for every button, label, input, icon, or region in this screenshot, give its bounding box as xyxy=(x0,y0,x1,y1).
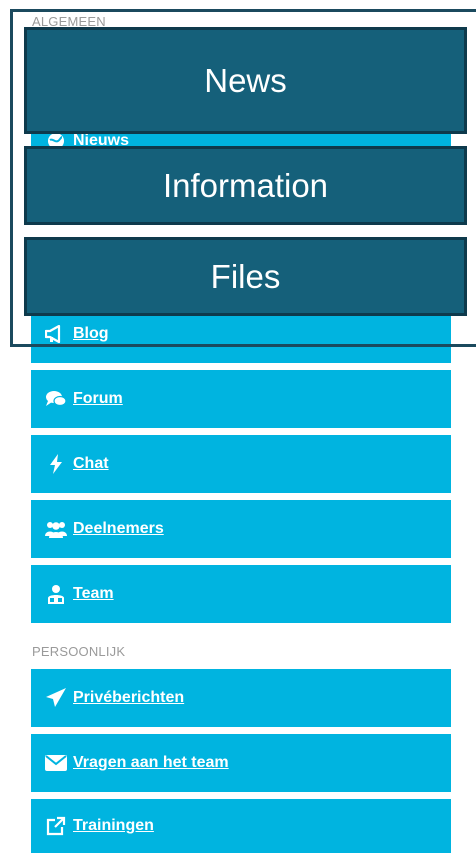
sidebar-item-priveberichten[interactable]: Privéberichten xyxy=(31,669,451,727)
sidebar-item-label: Deelnemers xyxy=(73,520,164,537)
external-link-icon xyxy=(45,816,67,836)
bolt-icon xyxy=(45,454,67,474)
sidebar-item-label: Team xyxy=(73,585,114,602)
envelope-icon xyxy=(45,753,67,773)
sidebar-item-label: Chat xyxy=(73,455,109,472)
sidebar-item-label: Privéberichten xyxy=(73,689,185,706)
sidebar-item-chat[interactable]: Chat xyxy=(31,435,451,493)
sidebar-item-deelnemers[interactable]: Deelnemers xyxy=(31,500,451,558)
paper-plane-icon xyxy=(45,688,67,708)
section-label-persoonlijk: PERSOONLIJK xyxy=(32,644,126,659)
sidebar-item-label: Vragen aan het team xyxy=(73,754,229,771)
users-icon xyxy=(45,519,67,539)
overlay-information-box: Information xyxy=(24,146,467,225)
sidebar-item-label: Trainingen xyxy=(73,817,154,834)
chat-bubbles-icon xyxy=(45,389,67,409)
sidebar-item-vragen[interactable]: Vragen aan het team xyxy=(31,734,451,792)
sidebar-item-forum[interactable]: Forum xyxy=(31,370,451,428)
sidebar-item-trainingen[interactable]: Trainingen xyxy=(31,799,451,853)
sidebar-item-label: Forum xyxy=(73,390,123,407)
overlay-files-box: Files xyxy=(24,237,467,316)
sidebar-item-team[interactable]: Team xyxy=(31,565,451,623)
overlay-news-box: News xyxy=(24,27,467,134)
team-icon xyxy=(45,584,67,604)
